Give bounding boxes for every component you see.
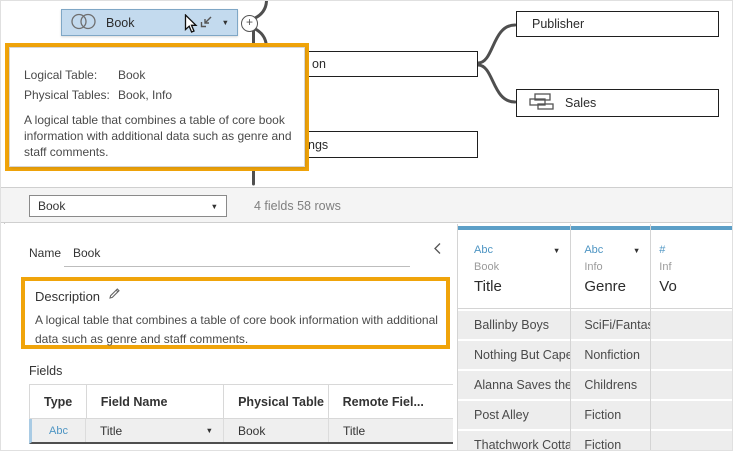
field-row-title[interactable]: Abc Title ▼ Book Title — [29, 419, 453, 444]
column-header-type[interactable]: Type — [30, 385, 87, 418]
field-type-number: # — [659, 244, 665, 256]
collapse-icon[interactable] — [200, 15, 213, 31]
grid-cell: Thatchwork Cottage — [458, 431, 570, 451]
mouse-cursor-icon — [184, 14, 198, 39]
description-highlight: Description A logical table that combine… — [21, 277, 450, 349]
node-sales[interactable]: Sales — [516, 89, 719, 117]
column-header[interactable]: Abc ▼ Info Genre — [571, 230, 650, 309]
column-table-name: Book — [474, 261, 560, 273]
table-selector-value: Book — [38, 199, 65, 213]
column-header[interactable]: Abc ▼ Book Title — [458, 230, 570, 309]
column-cells: SciFi/Fantasy Nonfiction Childrens Ficti… — [571, 311, 650, 451]
description-label: Description — [35, 289, 100, 304]
column-header-remote-field[interactable]: Remote Fiel... — [329, 385, 453, 418]
name-input[interactable]: Book — [73, 246, 100, 260]
table-details-content: Name Book Description — [1, 224, 733, 451]
grid-cell: Fiction — [571, 431, 650, 451]
column-cells: Ballinby Boys Nothing But Capers Alanna … — [458, 311, 570, 451]
fields-section-label: Fields — [29, 364, 62, 378]
chevron-down-icon[interactable]: ▼ — [553, 246, 560, 255]
field-physical-table-cell: Book — [224, 419, 329, 442]
grid-column-clipped: # Inf Vo — [650, 224, 733, 451]
grid-cell: Childrens — [571, 371, 650, 399]
logical-table-value: Book — [118, 68, 145, 82]
field-type-abc: Abc — [584, 244, 603, 256]
description-text: A logical table that combines a table of… — [35, 311, 450, 349]
node-book[interactable]: Book ▼ — [61, 9, 238, 36]
tooltip-description: A logical table that combines a table of… — [24, 112, 296, 160]
physical-tables-value: Book, Info — [118, 88, 172, 102]
metadata-panel: Name Book Description — [1, 224, 453, 451]
add-table-button[interactable]: + — [241, 15, 258, 32]
node-label: on — [312, 57, 326, 71]
data-source-page: on ngs Publisher Sales — [0, 0, 733, 451]
physical-tables-label: Physical Tables: — [24, 88, 118, 102]
data-preview-grid: Abc ▼ Book Title Ballinby Boys Nothing B… — [457, 224, 733, 451]
column-header[interactable]: # Inf Vo — [651, 230, 733, 309]
grid-cell: Ballinby Boys — [458, 311, 570, 339]
collapse-panel-button[interactable] — [433, 242, 447, 256]
grid-cell — [651, 401, 733, 429]
grid-cell — [651, 311, 733, 339]
pencil-icon[interactable] — [108, 287, 121, 305]
table-tooltip-highlight: Logical Table: Book Physical Tables: Boo… — [5, 43, 309, 171]
grid-cell — [651, 371, 733, 399]
column-table-name: Inf — [659, 261, 724, 273]
column-header-physical-table[interactable]: Physical Table — [224, 385, 329, 418]
grid-cell: Nonfiction — [571, 341, 650, 369]
table-details-toolbar: Book ▼ 4 fields 58 rows — [1, 187, 733, 223]
table-selector-dropdown[interactable]: Book ▼ — [29, 195, 227, 217]
venn-diagram-icon — [70, 13, 98, 33]
node-publisher[interactable]: Publisher — [516, 11, 719, 37]
grid-cell: Post Alley — [458, 401, 570, 429]
grid-cell: Fiction — [571, 401, 650, 429]
node-label: Publisher — [532, 17, 584, 31]
name-label: Name — [29, 246, 61, 260]
chevron-down-icon[interactable]: ▼ — [633, 246, 640, 255]
grid-cell: Alanna Saves the Day — [458, 371, 570, 399]
fields-table: Type Field Name Physical Table Remote Fi… — [29, 384, 453, 444]
column-header-field-name[interactable]: Field Name — [87, 385, 224, 418]
table-tooltip: Logical Table: Book Physical Tables: Boo… — [9, 47, 305, 167]
column-field-name: Vo — [659, 278, 724, 295]
fields-rows-summary: 4 fields 58 rows — [254, 188, 341, 224]
field-remote-field-cell: Title — [329, 419, 453, 442]
union-icon — [529, 93, 555, 113]
column-field-name: Title — [474, 278, 560, 295]
grid-cell: Nothing But Capers — [458, 341, 570, 369]
node-label: Sales — [565, 96, 596, 110]
field-type-abc: Abc — [32, 419, 86, 442]
relationship-canvas[interactable]: on ngs Publisher Sales — [1, 1, 733, 187]
grid-cell — [651, 431, 733, 451]
column-cells — [651, 311, 733, 451]
grid-cell: SciFi/Fantasy — [571, 311, 650, 339]
chevron-down-icon: ▼ — [211, 202, 218, 211]
plus-icon: + — [246, 15, 253, 29]
field-name-value: Title — [100, 424, 122, 438]
name-input-underline — [64, 266, 410, 267]
grid-column-genre: Abc ▼ Info Genre SciFi/Fantasy Nonfictio… — [570, 224, 650, 451]
field-type-abc: Abc — [474, 244, 493, 256]
logical-table-label: Logical Table: — [24, 68, 118, 82]
field-name-cell[interactable]: Title ▼ — [86, 419, 224, 442]
fields-table-header: Type Field Name Physical Table Remote Fi… — [29, 384, 453, 419]
chevron-down-icon[interactable]: ▼ — [206, 426, 213, 435]
node-label: ngs — [308, 138, 328, 152]
chevron-down-icon[interactable]: ▼ — [222, 18, 229, 27]
grid-column-title: Abc ▼ Book Title Ballinby Boys Nothing B… — [457, 224, 570, 451]
column-field-name: Genre — [584, 278, 640, 295]
column-table-name: Info — [584, 261, 640, 273]
grid-cell — [651, 341, 733, 369]
